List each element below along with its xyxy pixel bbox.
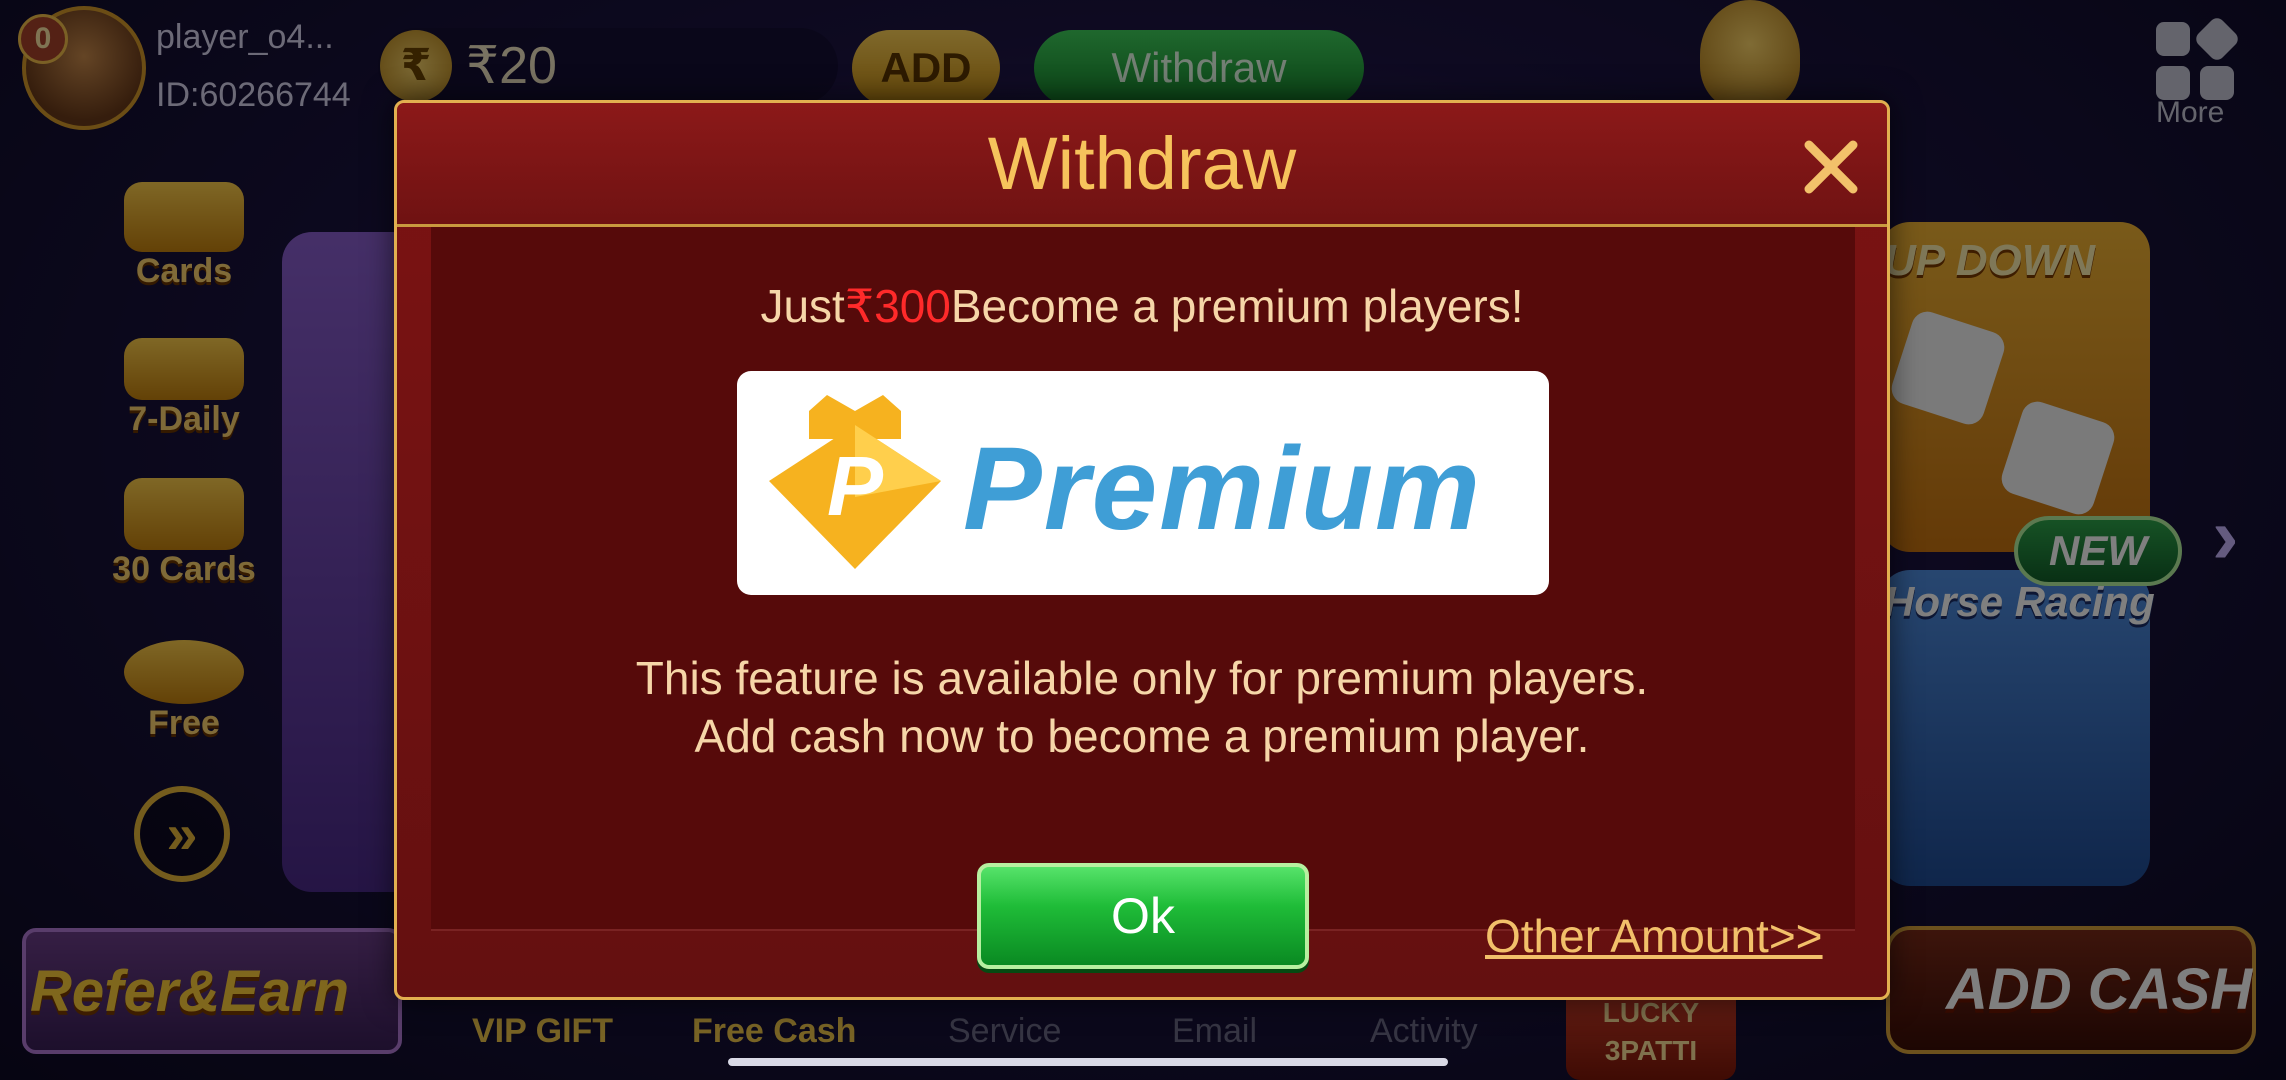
- other-amount-link[interactable]: Other Amount>>: [1485, 909, 1823, 963]
- close-icon: [1804, 140, 1858, 194]
- premium-word: Premium: [963, 423, 1482, 555]
- home-indicator[interactable]: [728, 1058, 1448, 1066]
- withdraw-dialog: Withdraw Just₹300Become a premium player…: [394, 100, 1890, 1000]
- promo-suffix: Become a premium players!: [950, 280, 1524, 332]
- premium-logo-letter: P: [827, 439, 884, 533]
- close-button[interactable]: [1795, 131, 1867, 203]
- premium-banner: P Premium: [737, 371, 1549, 595]
- info-line-1: This feature is available only for premi…: [635, 652, 1649, 704]
- ok-button[interactable]: Ok: [977, 863, 1309, 969]
- dialog-title: Withdraw: [987, 122, 1297, 205]
- dialog-header: Withdraw: [397, 103, 1887, 227]
- promo-line: Just₹300Become a premium players!: [397, 279, 1887, 333]
- promo-amount: ₹300: [844, 280, 951, 332]
- promo-prefix: Just: [760, 280, 845, 332]
- info-line-2: Add cash now to become a premium player.: [694, 710, 1590, 762]
- premium-crown-logo: P: [769, 395, 941, 569]
